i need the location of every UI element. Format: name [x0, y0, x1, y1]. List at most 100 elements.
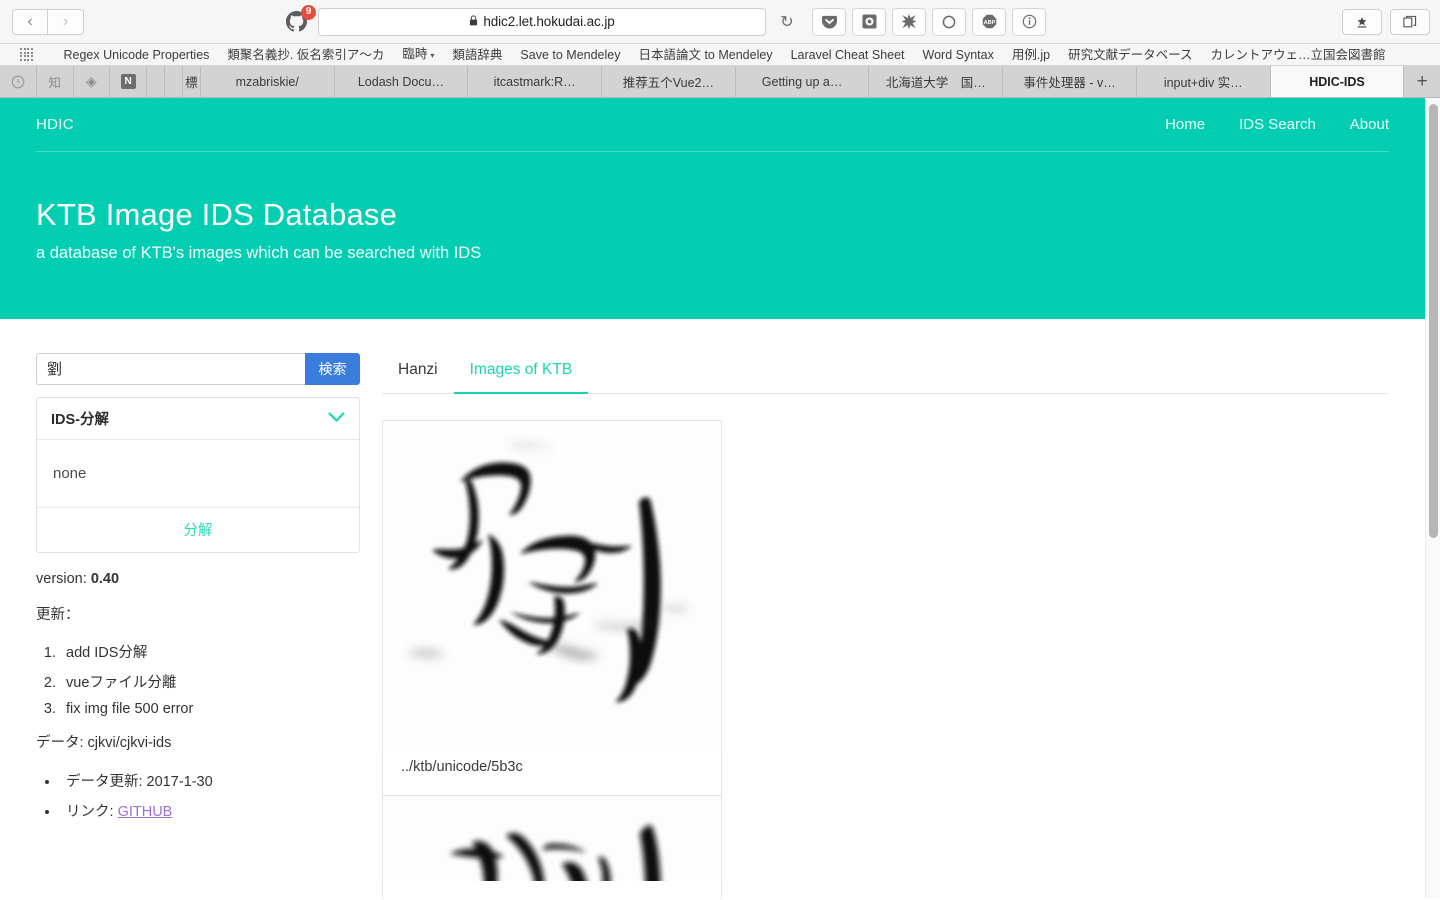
browser-toolbar: ‹ › 9 hdic2.let.hokudai.ac.jp ↻ ABP [0, 0, 1440, 44]
bookmark-item[interactable]: 類語辞典 [443, 44, 511, 65]
page-subtitle: a database of KTB's images which can be … [36, 243, 482, 262]
navigation-buttons: ‹ › [12, 8, 84, 35]
image-caption [383, 881, 721, 899]
tab-hanzi[interactable]: Hanzi [382, 353, 454, 394]
panel-title: IDS-分解 [51, 411, 109, 428]
calligraphy-image [383, 420, 721, 751]
browser-tab[interactable] [147, 66, 165, 97]
address-bar[interactable]: hdic2.let.hokudai.ac.jp [318, 7, 766, 36]
site-header: HDIC Home IDS Search About KTB Image IDS… [0, 98, 1425, 319]
reader-button[interactable] [1342, 8, 1382, 35]
adblock-glyph: ABP [982, 14, 996, 29]
github-notification-badge: 9 [301, 4, 316, 20]
decompose-button[interactable]: 分解 [37, 508, 359, 552]
data-list: データ更新: 2017-1-30 リンク: GITHUB [60, 770, 360, 821]
evernote-tab-icon: ◈ [85, 73, 97, 89]
page-scrollbar[interactable] [1425, 98, 1440, 899]
bookmarks-bar: Regex Unicode Properties 類聚名義抄. 仮名索引ア～カ … [0, 44, 1440, 66]
bookmark-item[interactable]: 類聚名義抄. 仮名索引ア～カ [218, 44, 393, 65]
adblock-icon[interactable]: ABP [972, 7, 1006, 36]
version-line: version: 0.40 [36, 569, 360, 589]
image-card[interactable]: ../ktb/unicode/5b3c [382, 419, 722, 795]
tab-strip: 知 ◈ N 標 mzabriskie/ Lodash Docu… itcastm… [0, 66, 1440, 98]
browser-tab[interactable]: Getting up a… [735, 66, 870, 97]
scrollbar-thumb[interactable] [1429, 104, 1438, 538]
browser-tab-pinned[interactable] [0, 66, 37, 97]
forward-button[interactable]: › [48, 8, 84, 35]
panel-body: none [37, 440, 359, 508]
tab-images-of-ktb[interactable]: Images of KTB [453, 353, 589, 394]
chevron-down-icon: ▾ [430, 50, 435, 60]
list-item: vueファイル分離 [60, 671, 360, 692]
nav-link-about[interactable]: About [1350, 116, 1389, 133]
tab-overview-button[interactable] [1390, 8, 1430, 35]
download-star-icon [1357, 16, 1367, 28]
browser-tab[interactable]: Lodash Docu… [334, 66, 469, 97]
nav-link-ids-search[interactable]: IDS Search [1239, 116, 1316, 133]
browser-tab-pinned[interactable]: 知 [36, 66, 74, 97]
browser-tab-pinned[interactable]: ◈ [73, 66, 111, 97]
bookmark-item[interactable]: Regex Unicode Properties [55, 44, 219, 65]
site-navbar: HDIC Home IDS Search About [36, 98, 1389, 152]
bookmark-item[interactable]: 日本語論文 to Mendeley [629, 44, 781, 65]
new-tab-button[interactable]: + [1404, 66, 1440, 97]
updates-list: add IDS分解 vueファイル分離 fix img file 500 err… [60, 641, 360, 717]
panel-header[interactable]: IDS-分解 [37, 398, 359, 440]
bookmark-item[interactable]: 研究文献データベース [1059, 44, 1201, 65]
apps-grid-icon[interactable] [20, 48, 33, 61]
x-glyph [901, 14, 917, 29]
browser-tab[interactable]: 標 [182, 66, 201, 97]
bookmark-item[interactable]: 用例.jp [1003, 44, 1059, 65]
github-link[interactable]: GITHUB [118, 804, 173, 820]
pocket-glyph [821, 15, 837, 29]
bookmark-item[interactable]: カレントアウェ…立国会図書館 [1201, 44, 1394, 65]
bookmark-item[interactable]: Laravel Cheat Sheet [782, 44, 914, 65]
camera-icon[interactable] [852, 7, 886, 36]
ktb-glyph-image [402, 813, 702, 881]
site-brand[interactable]: HDIC [36, 116, 74, 133]
browser-tab[interactable]: 北海道大学 国… [869, 66, 1004, 97]
image-card[interactable] [382, 794, 722, 899]
bookmark-folder-label: 臨時 [402, 46, 428, 61]
browser-tab[interactable]: 推荐五个Vue2… [602, 66, 736, 97]
browser-tab-active[interactable]: HDIC-IDS [1270, 66, 1405, 97]
sidebar: 検索 IDS-分解 none 分解 [36, 352, 360, 899]
search-input[interactable] [36, 352, 305, 385]
browser-tab[interactable]: input+div 实… [1136, 66, 1271, 97]
version-value: 0.40 [90, 570, 120, 587]
data-source-label: データ: cjkvi/cjkvi-ids [36, 735, 172, 752]
reload-button[interactable]: ↻ [772, 8, 802, 36]
bookmark-folder[interactable]: 臨時 ▾ [393, 44, 443, 65]
chevron-down-icon[interactable] [328, 411, 345, 426]
github-extension-button[interactable]: 9 [280, 4, 316, 36]
notion-tab-icon: N [120, 74, 136, 89]
info-icon[interactable] [1012, 7, 1046, 36]
browser-tab[interactable]: itcastmark:R… [468, 66, 603, 97]
main-panel: Hanzi Images of KTB ../ktb/unicode/5b3c [382, 353, 1389, 899]
browser-tab[interactable]: mzabriskie/ [200, 66, 335, 97]
nav-link-home[interactable]: Home [1165, 116, 1205, 133]
search-button[interactable]: 検索 [305, 352, 360, 385]
browser-tab[interactable] [164, 66, 183, 97]
sidebar-meta: version: 0.40 更新： add IDS分解 vueファイル分離 fi… [36, 569, 360, 821]
browser-tab-pinned[interactable]: N [110, 66, 147, 97]
image-results: ../ktb/unicode/5b3c [382, 419, 1389, 899]
bookmark-item[interactable]: Word Syntax [914, 44, 1003, 65]
content-area: 検索 IDS-分解 none 分解 [0, 319, 1425, 899]
padlock-glyph [470, 14, 478, 25]
camera-glyph [861, 14, 877, 29]
back-button[interactable]: ‹ [12, 8, 48, 35]
calligraphy-image [383, 795, 721, 881]
circle-icon[interactable] [932, 7, 966, 36]
circle-glyph [942, 15, 956, 28]
info-glyph [1022, 14, 1036, 29]
xmarks-icon[interactable] [892, 7, 926, 36]
content-tabs: Hanzi Images of KTB [382, 353, 1389, 394]
chevron-glyph [328, 412, 345, 422]
list-item: データ更新: 2017-1-30 [60, 770, 360, 791]
browser-tab[interactable]: 事件处理器 - v… [1003, 66, 1137, 97]
pocket-icon[interactable] [812, 7, 846, 36]
link-label: リンク: [66, 803, 118, 820]
bookmark-item[interactable]: Save to Mendeley [511, 44, 629, 65]
site-nav-links: Home IDS Search About [1165, 116, 1389, 133]
